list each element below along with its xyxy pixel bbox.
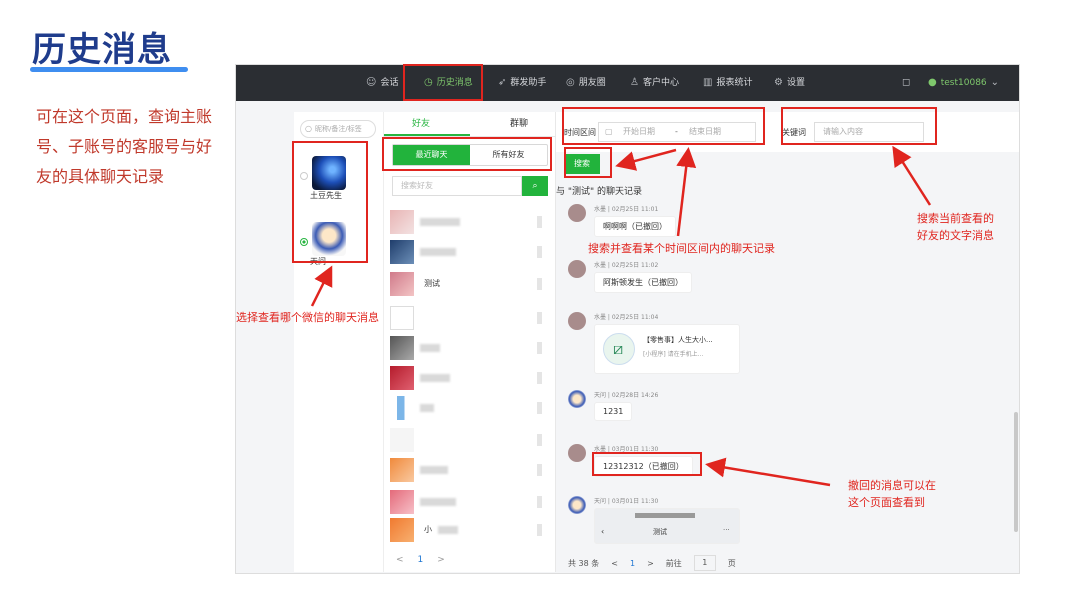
annotation-keyword-1: 搜索当前查看的 [917, 212, 994, 225]
annotation-recalled-2: 这个页面查看到 [848, 496, 925, 509]
annotation-keyword-2: 好友的文字消息 [917, 229, 994, 242]
annotation-search-range: 搜索并查看某个时间区间内的聊天记录 [588, 242, 775, 255]
annotation-recalled-1: 撤回的消息可以在 [848, 479, 936, 492]
annotation-select-account: 选择查看哪个微信的聊天消息 [236, 311, 379, 324]
